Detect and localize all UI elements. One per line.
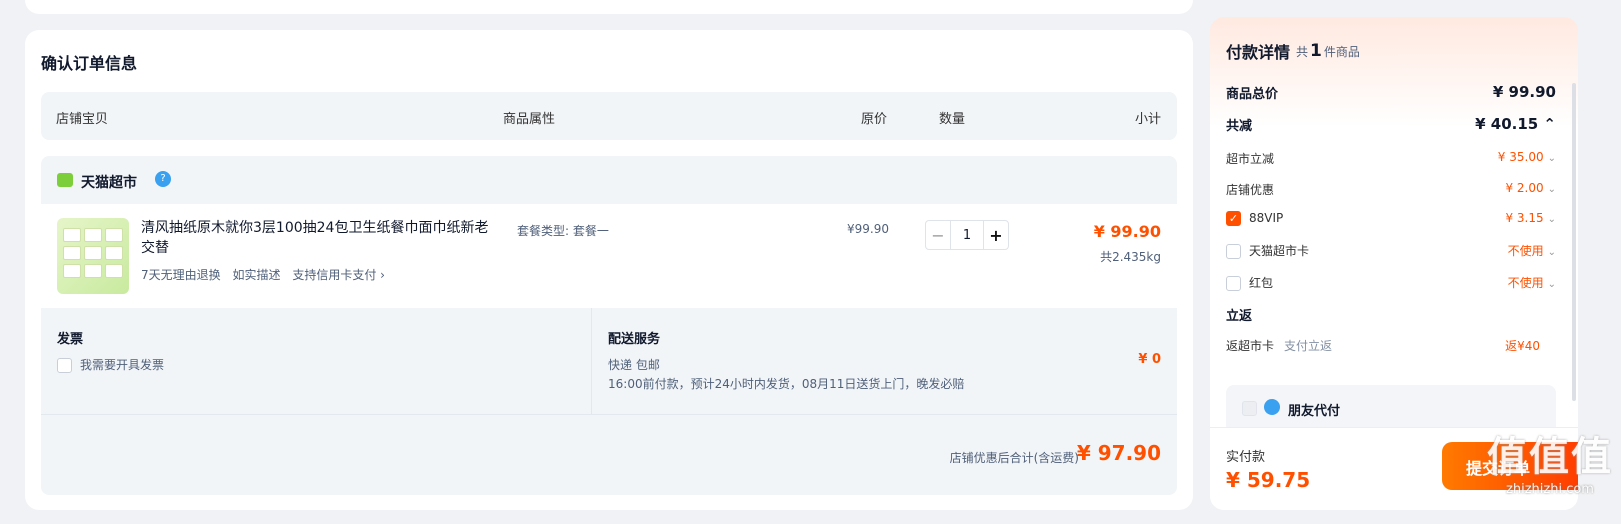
shipping-title: 配送服务 [608,332,661,347]
friend-pay-icon [1264,399,1280,415]
row-red-packet[interactable]: 红包 不使用 ⌄ [1226,274,1556,296]
invoice-option-label: 我需要开具发票 [80,358,165,372]
shipping-method: 快递 包邮 [608,358,660,372]
shop-name[interactable]: 天猫超市 [81,172,137,192]
qty-input[interactable]: 1 [950,221,984,249]
row-goods-total: 商品总价 ¥ 99.90 [1226,83,1556,105]
invoice-option[interactable]: 我需要开具发票 [57,356,164,373]
row-total-discount[interactable]: 共减 ¥ 40.15 ⌃ [1226,115,1556,137]
qty-plus-button[interactable]: + [984,221,1008,249]
market-card-checkbox[interactable] [1226,244,1241,259]
product-attr: 套餐类型: 套餐一 [517,224,609,238]
tmall-supermarket-icon [57,173,73,187]
chevron-down-icon: ⌄ [1547,153,1556,164]
invoice-checkbox[interactable] [57,358,72,373]
friend-pay-checkbox[interactable] [1242,401,1257,416]
row-value: 不使用 [1507,276,1544,290]
scrollbar[interactable] [1572,83,1576,401]
item-count-number: 1 [1310,41,1322,61]
row-value: 返¥40 [1505,339,1540,353]
shipping-fee: ¥ 0 [1138,352,1161,367]
shop-total-label: 店铺优惠后合计(含运费) [949,451,1079,465]
item-count-suffix: 件商品 [1323,45,1360,59]
row-88vip[interactable]: ✓ 88VIP ¥ 3.15 ⌄ [1226,211,1556,233]
chevron-down-icon: ⌄ [1547,279,1556,290]
friend-pay-label: 朋友代付 [1288,404,1341,419]
product-orig-price: ¥99.90 [847,222,889,236]
row-label: 返超市卡 [1226,339,1275,353]
service-credit-card[interactable]: 支持信用卡支付 › [292,268,385,282]
chevron-down-icon: ⌄ [1547,214,1556,225]
row-label: 商品总价 [1226,87,1279,102]
row-value: ¥ 2.00 [1505,181,1544,195]
product-weight: 共2.435kg [1100,250,1161,264]
item-count: 共 1 件商品 [1296,41,1360,61]
header-price: 原价 [861,112,888,127]
row-value: ¥ 40.15 ⌃ [1475,115,1556,133]
row-value: ¥ 99.90 [1492,83,1556,101]
service-return: 7天无理由退换 [141,268,221,282]
shop-header: 天猫超市 ? [41,156,1177,204]
shipping-eta: 16:00前付款，预计24小时内发货，08月11日送货上门，晚发必赔 [608,377,965,391]
watermark-logo: 值值值 zhizhizhi.com [1487,424,1613,497]
product-services: 7天无理由退换 如实描述 支持信用卡支付 › [141,266,393,283]
header-attr: 商品属性 [503,112,556,127]
shop-total-row: 店铺优惠后合计(含运费) ¥ 97.90 [41,414,1177,495]
row-label: 立返 [1226,309,1253,324]
red-packet-checkbox[interactable] [1226,276,1241,291]
watermark-text: 值值值 [1487,434,1613,480]
page-title: 确认订单信息 [41,54,138,73]
chevron-down-icon: ⌄ [1547,247,1556,258]
row-label: 共减 [1226,119,1253,134]
product-subtotal: ¥ 99.90 [1093,222,1161,241]
product-image[interactable] [57,218,129,294]
row-market-card[interactable]: 天猫超市卡 不使用 ⌄ [1226,242,1556,264]
row-label: 店铺优惠 [1226,183,1275,197]
order-confirm-panel: 确认订单信息 店铺宝贝 商品属性 原价 数量 小计 天猫超市 ? 清风抽纸原木就… [25,30,1193,510]
shop-total-value: ¥ 97.90 [1076,441,1161,465]
row-instant-rebate: 立返 [1226,305,1556,327]
vip-checkbox[interactable]: ✓ [1226,211,1241,226]
row-label: 红包 [1249,276,1274,290]
row-value: ¥ 35.00 [1497,150,1544,164]
header-qty: 数量 [939,112,966,127]
shop-group: 天猫超市 ? 清风抽纸原木就你3层100抽24包卫生纸餐巾面巾纸新老交替 7天无… [41,156,1177,495]
invoice-section: 发票 我需要开具发票 [41,308,591,414]
row-rebate-card: 返超市卡 支付立返 返¥40 [1226,337,1556,359]
product-name[interactable]: 清风抽纸原木就你3层100抽24包卫生纸餐巾面巾纸新老交替 [141,218,491,258]
previous-card [25,0,1193,14]
product-row: 清风抽纸原木就你3层100抽24包卫生纸餐巾面巾纸新老交替 7天无理由退换 如实… [41,204,1177,308]
service-describe: 如实描述 [232,268,281,282]
invoice-title: 发票 [57,332,84,347]
pay-value: ¥ 59.75 [1226,468,1311,492]
header-shop-item: 店铺宝贝 [56,112,109,127]
row-shop-discount[interactable]: 店铺优惠 ¥ 2.00 ⌄ [1226,181,1556,203]
row-label: 超市立减 [1226,152,1275,166]
chevron-down-icon: ⌄ [1547,184,1556,195]
quantity-stepper: − 1 + [925,220,1009,250]
row-value: 不使用 [1507,244,1544,258]
item-count-prefix: 共 [1296,45,1309,59]
qty-minus-button[interactable]: − [926,221,950,249]
shipping-section: 配送服务 快递 包邮 16:00前付款，预计24小时内发货，08月11日送货上门… [591,308,1177,414]
pay-label: 实付款 [1226,450,1266,465]
payment-title: 付款详情 [1226,43,1291,62]
row-label: 88VIP [1249,211,1284,225]
help-bubble-icon[interactable]: ? [155,171,171,187]
row-market-discount[interactable]: 超市立减 ¥ 35.00 ⌄ [1226,150,1556,172]
row-value: ¥ 3.15 [1505,211,1544,225]
table-header: 店铺宝贝 商品属性 原价 数量 小计 [41,92,1177,140]
watermark-url: zhizhizhi.com [1506,482,1594,497]
header-subtotal: 小计 [1134,112,1161,127]
row-note: 支付立返 [1284,339,1333,353]
row-label: 天猫超市卡 [1249,244,1310,258]
